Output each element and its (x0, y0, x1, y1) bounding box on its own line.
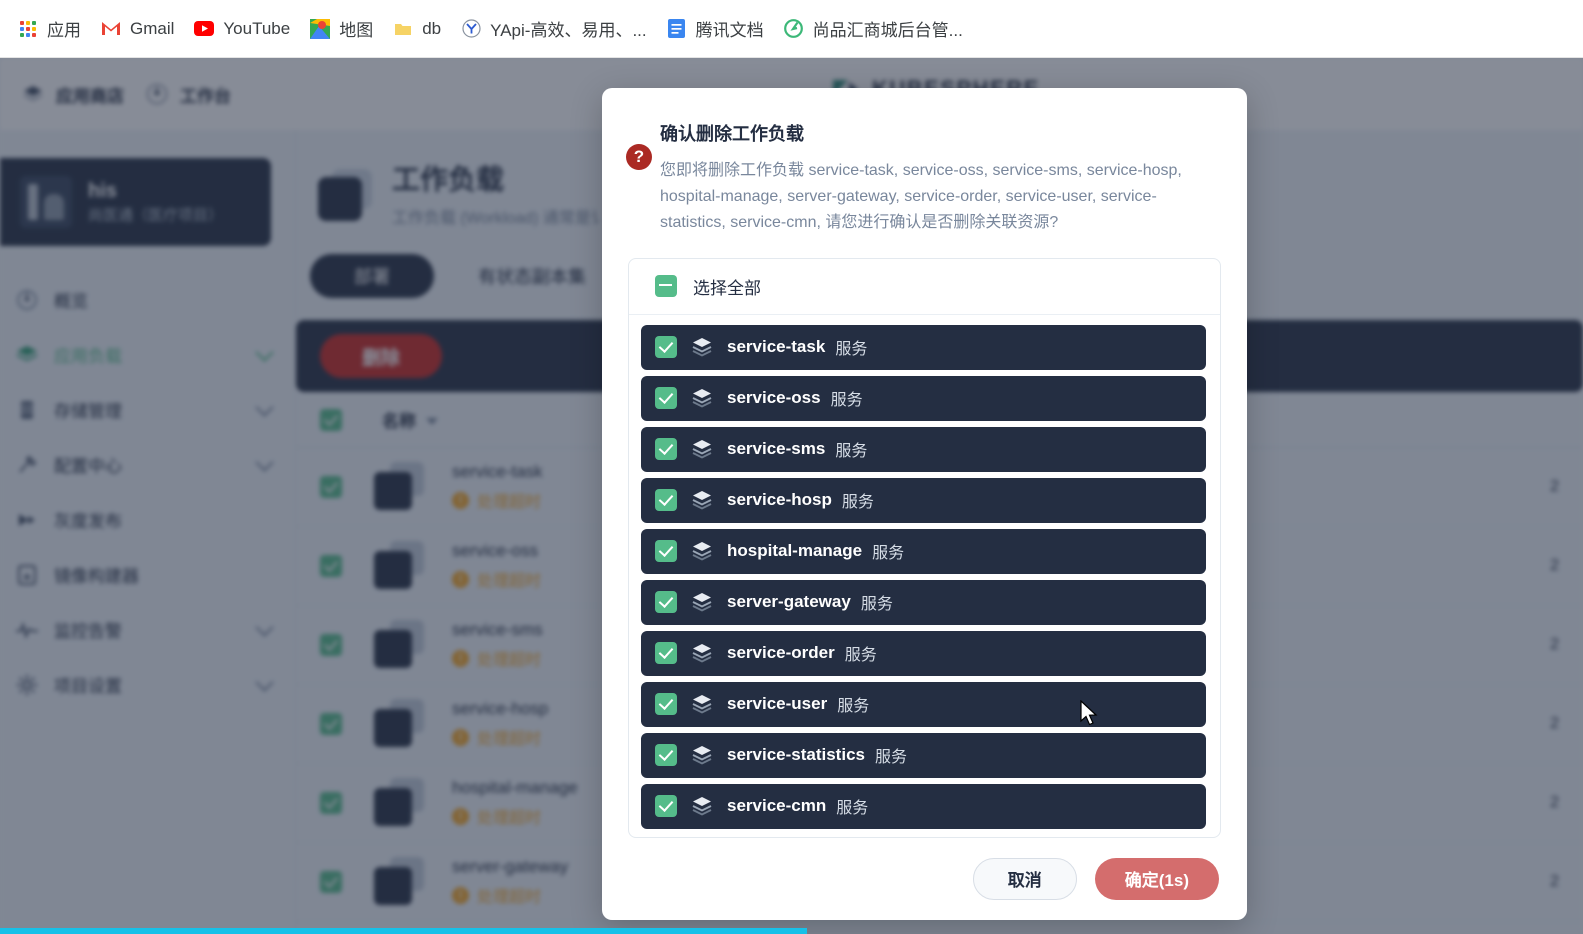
youtube-icon (194, 19, 215, 39)
list-item[interactable]: service-oss 服务 (641, 375, 1206, 421)
confirm-button[interactable]: 确定(1s) (1094, 857, 1219, 900)
layers-icon (691, 337, 713, 357)
item-name: service-task (727, 337, 826, 357)
item-name: hospital-manage (727, 541, 863, 561)
item-checkbox[interactable] (655, 693, 677, 716)
item-kind: 服务 (830, 392, 863, 410)
bookmark-label: db (422, 18, 442, 38)
item-kind: 服务 (872, 545, 905, 563)
bookmark-db[interactable]: db (383, 12, 451, 46)
bookmark-label: YApi-高效、易用、... (490, 21, 647, 40)
resource-select-panel: 选择全部 service-task 服务 service-oss 服务 serv… (628, 257, 1221, 838)
bookmark-label: 地图 (339, 21, 374, 40)
item-kind: 服务 (835, 341, 868, 359)
item-name: server-gateway (727, 592, 851, 612)
bookmark-apps[interactable]: 应用 (8, 12, 91, 46)
page-loading-bar (0, 928, 808, 934)
modal-title: 确认删除工作负载 (660, 124, 804, 144)
item-name: service-cmn (727, 796, 827, 816)
bookmark-yapi[interactable]: YApi-高效、易用、... (451, 12, 656, 46)
item-checkbox[interactable] (655, 489, 677, 512)
tencent-docs-icon (667, 19, 687, 39)
list-item[interactable]: service-order 服务 (641, 630, 1206, 676)
layers-icon (691, 592, 713, 612)
item-kind: 服务 (844, 647, 877, 665)
layers-icon (691, 694, 713, 714)
item-checkbox[interactable] (655, 387, 677, 410)
modal-footer: 取消 确定(1s) (602, 838, 1247, 920)
item-checkbox[interactable] (655, 795, 677, 818)
list-item[interactable]: service-hosp 服务 (641, 477, 1206, 523)
layers-icon (691, 643, 713, 663)
bookmark-label: 腾讯文档 (695, 21, 764, 40)
list-item[interactable]: server-gateway 服务 (641, 579, 1206, 625)
list-item[interactable]: service-statistics 服务 (641, 732, 1206, 778)
yapi-icon (461, 19, 481, 39)
layers-icon (691, 745, 713, 765)
modal-header: ? 确认删除工作负载 您即将删除工作负载 service-task, servi… (602, 88, 1247, 236)
layers-icon (691, 796, 713, 816)
item-name: service-sms (727, 439, 826, 459)
folder-icon (393, 19, 413, 39)
layers-icon (691, 388, 713, 408)
select-all-label: 选择全部 (693, 278, 761, 298)
select-all-checkbox[interactable] (655, 275, 677, 298)
list-item[interactable]: hospital-manage 服务 (641, 528, 1206, 574)
item-checkbox[interactable] (655, 438, 677, 461)
item-kind: 服务 (874, 749, 907, 767)
item-name: service-hosp (727, 490, 832, 510)
bookmark-tencent-docs[interactable]: 腾讯文档 (657, 12, 774, 46)
item-checkbox[interactable] (655, 540, 677, 563)
select-all-row[interactable]: 选择全部 (629, 259, 1220, 315)
layers-icon (691, 439, 713, 459)
google-maps-icon (310, 18, 331, 39)
modal-description: 您即将删除工作负载 service-task, service-oss, ser… (660, 162, 1182, 231)
cancel-button[interactable]: 取消 (972, 857, 1077, 900)
item-kind: 服务 (836, 800, 869, 818)
list-item[interactable]: service-cmn 服务 (641, 783, 1206, 829)
bookmark-label: Gmail (130, 18, 175, 38)
question-mark-icon: ? (626, 144, 652, 170)
item-checkbox[interactable] (655, 336, 677, 359)
list-item[interactable]: service-user 服务 (641, 681, 1206, 727)
bookmark-label: YouTube (223, 18, 291, 38)
bookmark-maps[interactable]: 地图 (300, 12, 383, 46)
item-checkbox[interactable] (655, 642, 677, 665)
shangpinhui-icon (784, 19, 804, 39)
item-checkbox[interactable] (655, 591, 677, 614)
delete-workload-modal: ? 确认删除工作负载 您即将删除工作负载 service-task, servi… (602, 88, 1247, 920)
apps-grid-icon (18, 19, 38, 39)
item-checkbox[interactable] (655, 744, 677, 767)
bookmark-gmail[interactable]: Gmail (91, 12, 184, 46)
bookmark-label: 应用 (47, 21, 81, 40)
item-kind: 服务 (860, 596, 893, 614)
list-item[interactable]: service-task 服务 (641, 324, 1206, 370)
browser-bookmark-bar: 应用 Gmail YouTube 地图 db YApi-高效、易用、... 腾讯… (0, 0, 1583, 58)
item-name: service-oss (727, 388, 821, 408)
resource-list[interactable]: service-task 服务 service-oss 服务 service-s… (629, 315, 1220, 837)
layers-icon (691, 541, 713, 561)
item-kind: 服务 (837, 698, 870, 716)
item-name: service-user (727, 694, 828, 714)
list-item[interactable]: service-sms 服务 (641, 426, 1206, 472)
item-name: service-statistics (727, 745, 865, 765)
gmail-icon (101, 19, 121, 39)
bookmark-shangpinhui[interactable]: 尚品汇商城后台管... (774, 12, 973, 46)
bookmark-label: 尚品汇商城后台管... (812, 21, 963, 40)
item-name: service-order (727, 643, 835, 663)
layers-icon (691, 490, 713, 510)
bookmark-youtube[interactable]: YouTube (184, 12, 300, 46)
item-kind: 服务 (835, 443, 868, 461)
item-kind: 服务 (841, 494, 874, 512)
